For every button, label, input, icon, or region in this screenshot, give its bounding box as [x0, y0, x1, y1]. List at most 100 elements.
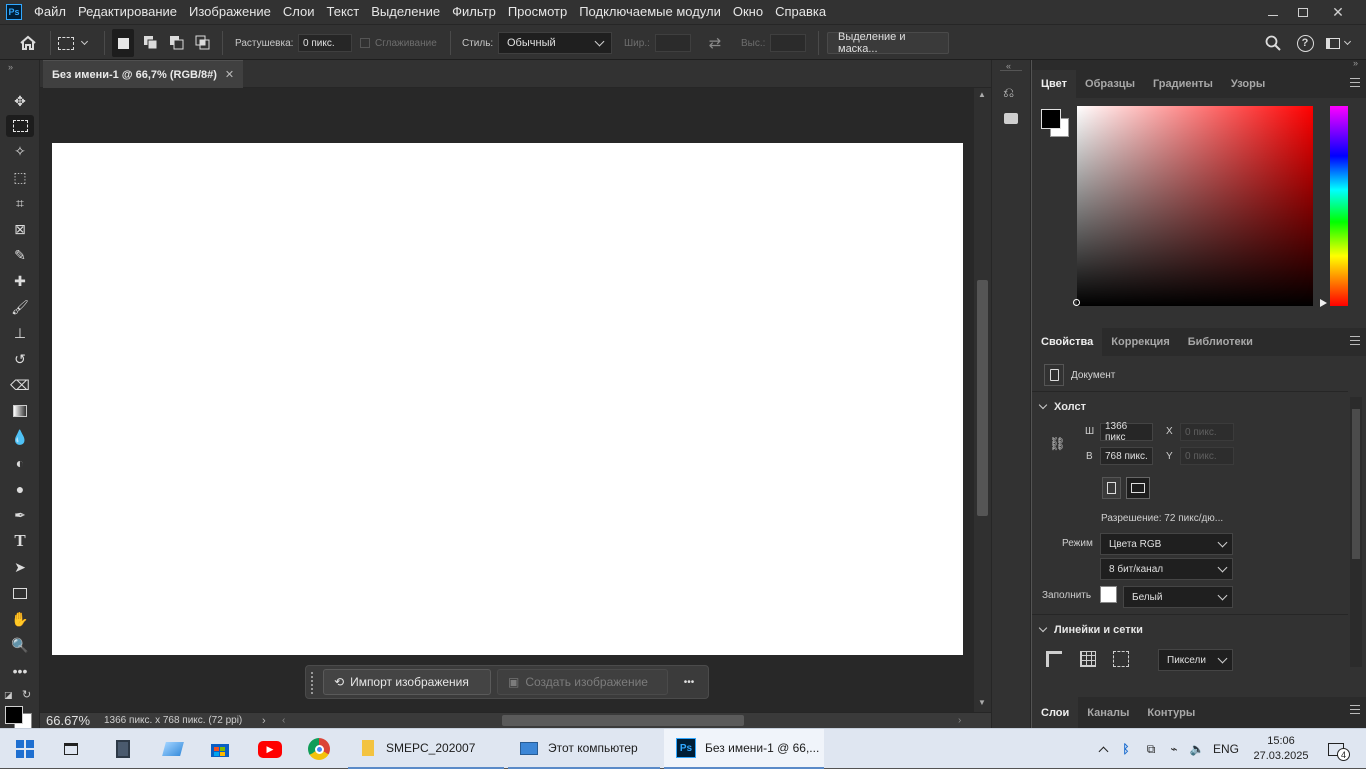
hue-slider-marker[interactable]	[1320, 299, 1327, 307]
height-input[interactable]	[770, 34, 806, 52]
generate-image-button[interactable]: ▣ Создать изображение	[497, 669, 668, 695]
properties-scrollbar[interactable]	[1350, 397, 1362, 667]
taskbar-folder-window[interactable]: SMEPC_202007	[348, 729, 504, 769]
menu-edit[interactable]: Редактирование	[72, 0, 183, 24]
select-and-mask-button[interactable]: Выделение и маска...	[827, 31, 949, 55]
tab-channels[interactable]: Каналы	[1078, 697, 1138, 728]
taskbar-computer-window[interactable]: Этот компьютер	[508, 729, 660, 769]
tab-color[interactable]: Цвет	[1032, 70, 1077, 98]
move-tool[interactable]: ✥	[6, 90, 34, 112]
eraser-tool[interactable]: ⌫	[6, 374, 34, 396]
fill-color-swatch[interactable]	[1100, 586, 1117, 603]
hue-slider[interactable]	[1330, 106, 1348, 306]
tab-layers[interactable]: Слои	[1032, 697, 1079, 728]
tab-paths[interactable]: Контуры	[1138, 697, 1204, 728]
show-hidden-icons-button[interactable]	[1094, 729, 1112, 769]
start-button[interactable]	[14, 729, 36, 769]
more-tools-button[interactable]: •••	[6, 660, 34, 682]
drag-handle-icon[interactable]	[311, 672, 314, 694]
menu-select[interactable]: Выделение	[365, 0, 446, 24]
document-canvas[interactable]	[52, 143, 963, 655]
units-dropdown[interactable]: Пиксели	[1158, 649, 1233, 671]
width-input[interactable]	[655, 34, 691, 52]
marquee-tool[interactable]	[6, 115, 34, 137]
collapse-toolbar-icon[interactable]: »	[8, 62, 13, 72]
close-tab-icon[interactable]: ✕	[225, 68, 234, 81]
calculator-app[interactable]	[112, 729, 134, 769]
scroll-down-icon[interactable]: ▼	[978, 698, 986, 707]
eyedropper-tool[interactable]: ✎	[6, 244, 34, 266]
tab-gradients[interactable]: Градиенты	[1144, 70, 1222, 98]
canvas-width-input[interactable]: 1366 пикс	[1100, 421, 1153, 443]
panel-menu-icon[interactable]	[1350, 336, 1360, 345]
scroll-up-icon[interactable]: ▲	[978, 90, 986, 99]
path-selection-tool[interactable]: ➤	[6, 556, 34, 578]
comments-panel-icon[interactable]	[1004, 113, 1018, 124]
system-clock[interactable]: 15:06 27.03.2025	[1250, 729, 1312, 769]
tab-properties[interactable]: Свойства	[1032, 328, 1103, 356]
grid-toggle-icon[interactable]	[1080, 651, 1096, 667]
canvas-section-header[interactable]: Холст	[1038, 400, 1086, 413]
brush-tool[interactable]: 🖌	[6, 296, 34, 318]
antialias-checkbox[interactable]	[360, 38, 370, 48]
link-dimensions-icon[interactable]: ⛓	[1049, 436, 1066, 452]
color-foreground-swatch[interactable]	[1041, 109, 1061, 129]
dodge-burn-tool[interactable]: ●	[6, 478, 34, 500]
foreground-color-swatch[interactable]	[5, 706, 23, 724]
menu-view[interactable]: Просмотр	[502, 0, 573, 24]
tab-swatches[interactable]: Образцы	[1076, 70, 1144, 98]
clone-stamp-tool[interactable]: ⊥	[6, 322, 34, 344]
bluetooth-icon[interactable]: ᛒ	[1118, 729, 1134, 769]
style-dropdown[interactable]: Обычный	[498, 32, 612, 54]
panel-menu-icon[interactable]	[1350, 78, 1360, 87]
document-info[interactable]: 1366 пикс. x 768 пикс. (72 ppi)	[104, 713, 242, 729]
vertical-scrollbar[interactable]: ▲ ▼	[974, 88, 991, 712]
menu-file[interactable]: Файл	[28, 0, 72, 24]
document-tab[interactable]: Без имени-1 @ 66,7% (RGB/8#) ✕	[43, 60, 243, 88]
quick-selection-tool[interactable]: ✧	[6, 140, 34, 162]
scroll-left-icon[interactable]: ‹	[282, 713, 285, 729]
swap-colors-icon[interactable]: ↻	[22, 688, 31, 701]
feather-input[interactable]: 0 пикс.	[298, 34, 352, 52]
color-picker-marker[interactable]	[1073, 299, 1080, 306]
help-button[interactable]: ?	[1294, 25, 1316, 61]
canvas-y-input[interactable]: 0 пикс.	[1180, 447, 1234, 465]
panel-menu-icon[interactable]	[1350, 705, 1360, 714]
notifications-button[interactable]: 4	[1322, 729, 1350, 769]
minimize-button[interactable]	[1258, 0, 1288, 24]
color-mode-dropdown[interactable]: Цвета RGB	[1100, 533, 1233, 555]
zoom-tool[interactable]: 🔍	[6, 634, 34, 656]
tab-patterns[interactable]: Узоры	[1222, 70, 1274, 98]
rulers-toggle-icon[interactable]	[1046, 651, 1062, 667]
youtube-app[interactable]: ▶	[257, 729, 283, 769]
menu-filter[interactable]: Фильтр	[446, 0, 502, 24]
more-options-button[interactable]: •••	[674, 669, 704, 695]
rulers-section-header[interactable]: Линейки и сетки	[1038, 623, 1143, 636]
healing-brush-tool[interactable]: ✚	[6, 270, 34, 292]
portrait-orientation-button[interactable]	[1102, 477, 1121, 499]
add-selection-button[interactable]	[140, 25, 162, 61]
intersect-selection-button[interactable]	[192, 25, 214, 61]
scroll-right-icon[interactable]: ›	[958, 713, 961, 729]
search-button[interactable]	[1262, 25, 1284, 61]
landscape-orientation-button[interactable]	[1126, 477, 1150, 499]
new-selection-button[interactable]	[112, 29, 134, 57]
pen-tool[interactable]: ✒	[6, 504, 34, 526]
menu-help[interactable]: Справка	[769, 0, 832, 24]
type-tool[interactable]: T	[6, 530, 34, 552]
crop-tool[interactable]: ⌗	[6, 192, 34, 214]
default-colors-icon[interactable]: ◪	[4, 690, 13, 701]
collapse-dock-icon[interactable]: »	[1353, 58, 1358, 68]
status-expand-icon[interactable]: ›	[262, 713, 266, 729]
horizontal-scroll-thumb[interactable]	[502, 715, 744, 726]
blur-tool[interactable]: 💧	[6, 426, 34, 448]
tab-adjustments[interactable]: Коррекция	[1102, 328, 1178, 356]
bit-depth-dropdown[interactable]: 8 бит/канал	[1100, 558, 1233, 580]
history-brush-tool[interactable]: ↺	[6, 348, 34, 370]
subtract-selection-button[interactable]	[166, 25, 188, 61]
menu-window[interactable]: Окно	[727, 0, 769, 24]
volume-icon[interactable]: 🔈	[1188, 729, 1206, 769]
menu-plugins[interactable]: Подключаемые модули	[573, 0, 727, 24]
swap-dimensions-button[interactable]: ⇄	[705, 25, 725, 61]
task-view-button[interactable]	[60, 729, 82, 769]
